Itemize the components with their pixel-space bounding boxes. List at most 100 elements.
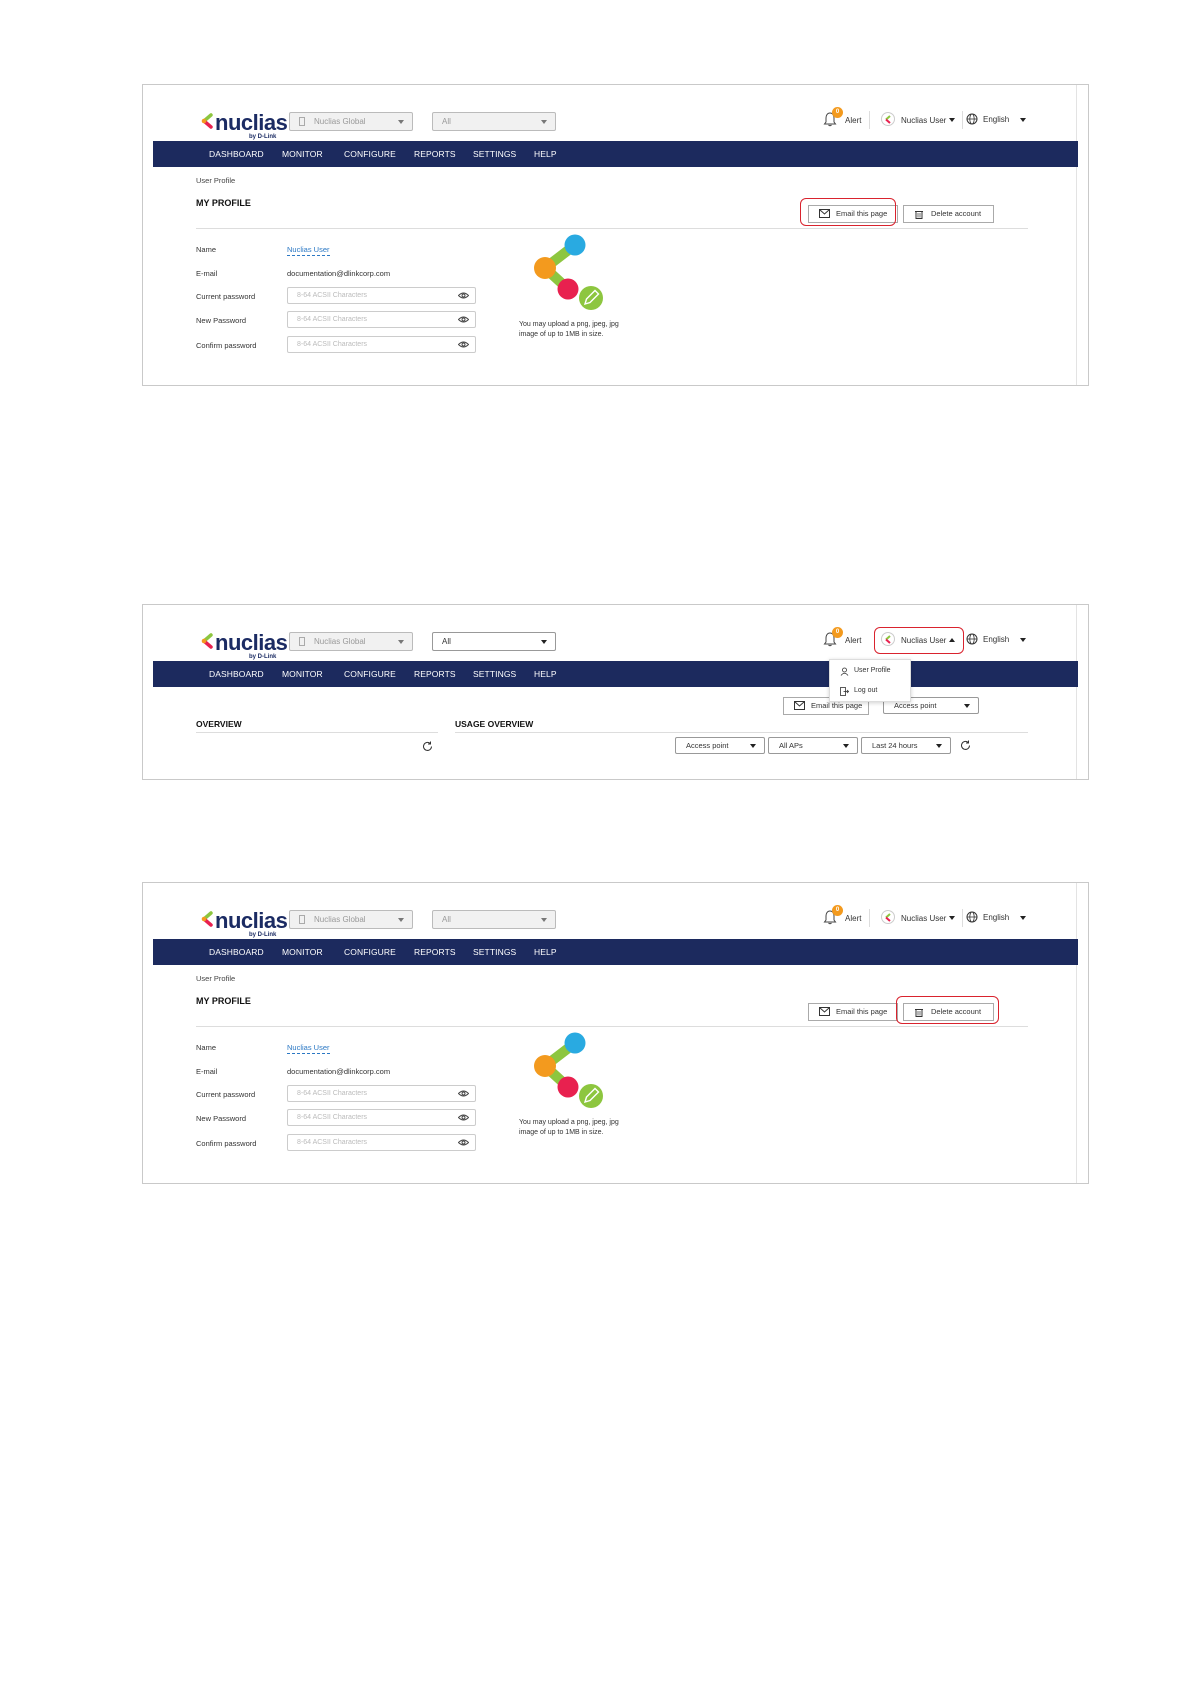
- profile-avatar-image[interactable]: [531, 233, 611, 313]
- eye-icon[interactable]: [458, 292, 469, 299]
- chevron-down-icon: [936, 744, 942, 748]
- eye-icon[interactable]: [458, 1139, 469, 1146]
- screenshot-user-menu: nuclias by D-Link Nuclias Global All 0 A…: [142, 604, 1089, 780]
- nav-help[interactable]: HELP: [534, 149, 557, 159]
- nav-settings[interactable]: SETTINGS: [473, 149, 516, 159]
- alert-count-badge: 0: [832, 627, 843, 638]
- site-select[interactable]: Nuclias Global: [289, 112, 413, 131]
- nav-reports[interactable]: REPORTS: [414, 149, 456, 159]
- page-title: MY PROFILE: [196, 198, 251, 208]
- nav-help[interactable]: HELP: [534, 947, 557, 957]
- menu-item-user-profile[interactable]: User Profile: [840, 667, 891, 678]
- upload-hint: You may upload a png, jpeg, jpg image of …: [519, 1119, 619, 1136]
- eye-icon[interactable]: [458, 1114, 469, 1121]
- network-select[interactable]: All: [432, 632, 556, 651]
- nav-configure[interactable]: CONFIGURE: [344, 947, 396, 957]
- chevron-down-icon: [541, 120, 547, 124]
- header-actions: 0 Alert Nuclias User English: [823, 905, 1033, 931]
- alert-label[interactable]: Alert: [845, 116, 861, 125]
- nav-configure[interactable]: CONFIGURE: [344, 149, 396, 159]
- delete-button-highlight: [896, 996, 999, 1024]
- eye-icon[interactable]: [458, 316, 469, 323]
- language-select[interactable]: English: [983, 913, 1009, 922]
- profile-avatar-image[interactable]: [531, 1031, 611, 1111]
- alert-count-badge: 0: [832, 905, 843, 916]
- alert-label[interactable]: Alert: [845, 636, 861, 645]
- nuclias-logo[interactable]: nuclias by D-Link: [201, 630, 288, 660]
- building-icon: [299, 915, 305, 925]
- nav-dashboard[interactable]: DASHBOARD: [209, 947, 264, 957]
- site-select[interactable]: Nuclias Global: [289, 632, 413, 651]
- language-select[interactable]: English: [983, 115, 1009, 124]
- time-range-filter[interactable]: Last 24 hours: [861, 737, 951, 754]
- building-icon: [299, 637, 305, 647]
- current-password-input[interactable]: 8-64 ACSII Characters: [287, 1085, 476, 1102]
- chevron-down-icon: [750, 744, 756, 748]
- eye-icon[interactable]: [458, 1090, 469, 1097]
- chevron-down-icon: [541, 640, 547, 644]
- user-avatar: [881, 910, 895, 924]
- menu-item-log-out[interactable]: Log out: [840, 687, 877, 698]
- ap-filter[interactable]: All APs: [768, 737, 858, 754]
- user-menu-highlight: [874, 627, 964, 654]
- trash-icon: [915, 211, 923, 219]
- page-title: MY PROFILE: [196, 996, 251, 1006]
- nav-dashboard[interactable]: DASHBOARD: [209, 669, 264, 679]
- nuclias-logo[interactable]: nuclias by D-Link: [201, 908, 288, 938]
- eye-icon[interactable]: [458, 341, 469, 348]
- user-menu-toggle[interactable]: Nuclias User: [875, 109, 959, 131]
- nuclias-chevron-icon: [201, 113, 213, 129]
- name-value[interactable]: Nuclias User: [287, 245, 330, 256]
- user-avatar: [881, 112, 895, 126]
- confirm-password-input[interactable]: 8-64 ACSII Characters: [287, 1134, 476, 1151]
- network-select[interactable]: All: [432, 112, 556, 131]
- nuclias-chevron-icon: [201, 633, 213, 649]
- nav-monitor[interactable]: MONITOR: [282, 149, 323, 159]
- building-icon: [299, 117, 305, 127]
- site-select[interactable]: Nuclias Global: [289, 910, 413, 929]
- breadcrumb[interactable]: User Profile: [196, 176, 235, 185]
- email-page-button[interactable]: Email this page: [808, 1003, 898, 1021]
- device-type-filter[interactable]: Access point: [675, 737, 765, 754]
- logout-icon: [840, 687, 850, 696]
- nuclias-logo[interactable]: nuclias by D-Link: [201, 110, 288, 140]
- nav-dashboard[interactable]: DASHBOARD: [209, 149, 264, 159]
- alert-label[interactable]: Alert: [845, 914, 861, 923]
- nav-reports[interactable]: REPORTS: [414, 947, 456, 957]
- nav-monitor[interactable]: MONITOR: [282, 947, 323, 957]
- email-button-highlight: [800, 198, 896, 226]
- main-nav: DASHBOARD MONITOR CONFIGURE REPORTS SETT…: [153, 141, 1078, 167]
- confirm-password-input[interactable]: 8-64 ACSII Characters: [287, 336, 476, 353]
- new-password-input[interactable]: 8-64 ACSII Characters: [287, 1109, 476, 1126]
- chevron-down-icon: [1020, 638, 1026, 642]
- nav-settings[interactable]: SETTINGS: [473, 669, 516, 679]
- nav-settings[interactable]: SETTINGS: [473, 947, 516, 957]
- refresh-icon[interactable]: [422, 741, 433, 752]
- globe-icon: [966, 911, 978, 923]
- header-actions: 0 Alert Nuclias User English: [823, 107, 1033, 133]
- nav-help[interactable]: HELP: [534, 669, 557, 679]
- language-select[interactable]: English: [983, 635, 1009, 644]
- chevron-down-icon: [1020, 118, 1026, 122]
- name-value[interactable]: Nuclias User: [287, 1043, 330, 1054]
- overview-title: OVERVIEW: [196, 719, 242, 729]
- user-menu-toggle[interactable]: Nuclias User: [875, 907, 959, 929]
- new-password-input[interactable]: 8-64 ACSII Characters: [287, 311, 476, 328]
- chevron-down-icon: [398, 640, 404, 644]
- main-nav: DASHBOARD MONITOR CONFIGURE REPORTS SETT…: [153, 661, 1078, 687]
- refresh-icon[interactable]: [960, 740, 971, 751]
- nav-configure[interactable]: CONFIGURE: [344, 669, 396, 679]
- mail-icon: [794, 701, 805, 710]
- nav-monitor[interactable]: MONITOR: [282, 669, 323, 679]
- user-dropdown-menu: User Profile Log out: [829, 659, 911, 702]
- chevron-down-icon: [949, 916, 955, 920]
- breadcrumb[interactable]: User Profile: [196, 974, 235, 983]
- network-select[interactable]: All: [432, 910, 556, 929]
- chevron-down-icon: [964, 704, 970, 708]
- email-value: documentation@dlinkcorp.com: [287, 1067, 391, 1076]
- current-password-input[interactable]: 8-64 ACSII Characters: [287, 287, 476, 304]
- screenshot-profile-email: nuclias by D-Link Nuclias Global All 0 A…: [142, 84, 1089, 386]
- divider: [196, 1026, 1028, 1027]
- nav-reports[interactable]: REPORTS: [414, 669, 456, 679]
- delete-account-button[interactable]: Delete account: [903, 205, 994, 223]
